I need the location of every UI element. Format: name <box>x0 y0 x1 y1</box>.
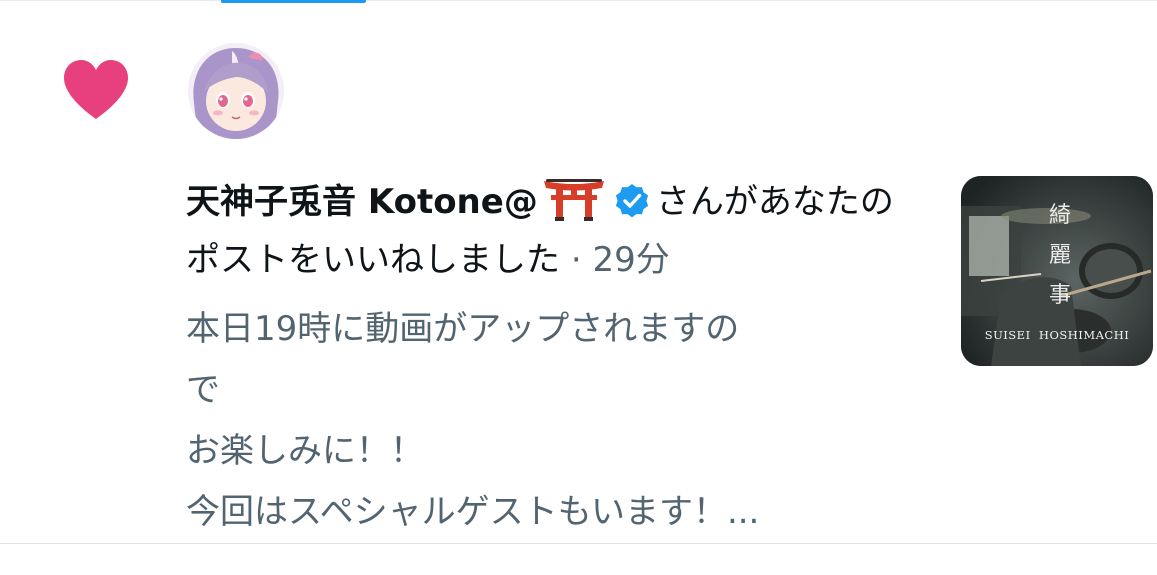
media-thumbnail[interactable]: 綺 麗 事 SUISEI HOSHIMACHI <box>961 176 1153 366</box>
thumbnail-title-char: 綺 <box>1048 203 1071 228</box>
preview-line: 今回はスペシャルゲストもいます！... <box>186 492 760 532</box>
heart-icon <box>64 60 128 119</box>
timestamp[interactable]: 29分 <box>592 240 669 280</box>
thumbnail-caption: SUISEI HOSHIMACHI <box>984 328 1130 342</box>
user-name[interactable]: 天神子兎音 Kotone@ <box>186 182 538 222</box>
notification-headline: 天神子兎音 Kotone@ さんがあなたのポストをいいねしました · 29分 <box>186 173 926 289</box>
verified-badge-icon <box>615 184 648 218</box>
thumbnail-title: 綺 麗 事 <box>1045 196 1075 316</box>
avatar-illustration <box>188 43 284 139</box>
thumbnail-title-char: 麗 <box>1048 243 1071 268</box>
thumbnail-title-char: 事 <box>1048 283 1071 308</box>
preview-line: お楽しみに！！ <box>186 431 424 471</box>
separator: · <box>570 240 582 280</box>
like-notification[interactable]: 天神子兎音 Kotone@ さんがあなたのポストをいいねしました · 29分 本… <box>0 1 1157 543</box>
preview-line: 本日19時に動画がアップされますの <box>186 309 740 349</box>
user-avatar[interactable] <box>188 43 284 139</box>
post-preview[interactable]: 本日19時に動画がアップされますの で お楽しみに！！ 今回はスペシャルゲストも… <box>186 299 906 543</box>
torii-gate-icon <box>543 179 604 221</box>
preview-line: で <box>186 370 220 410</box>
bottom-divider <box>0 543 1157 544</box>
